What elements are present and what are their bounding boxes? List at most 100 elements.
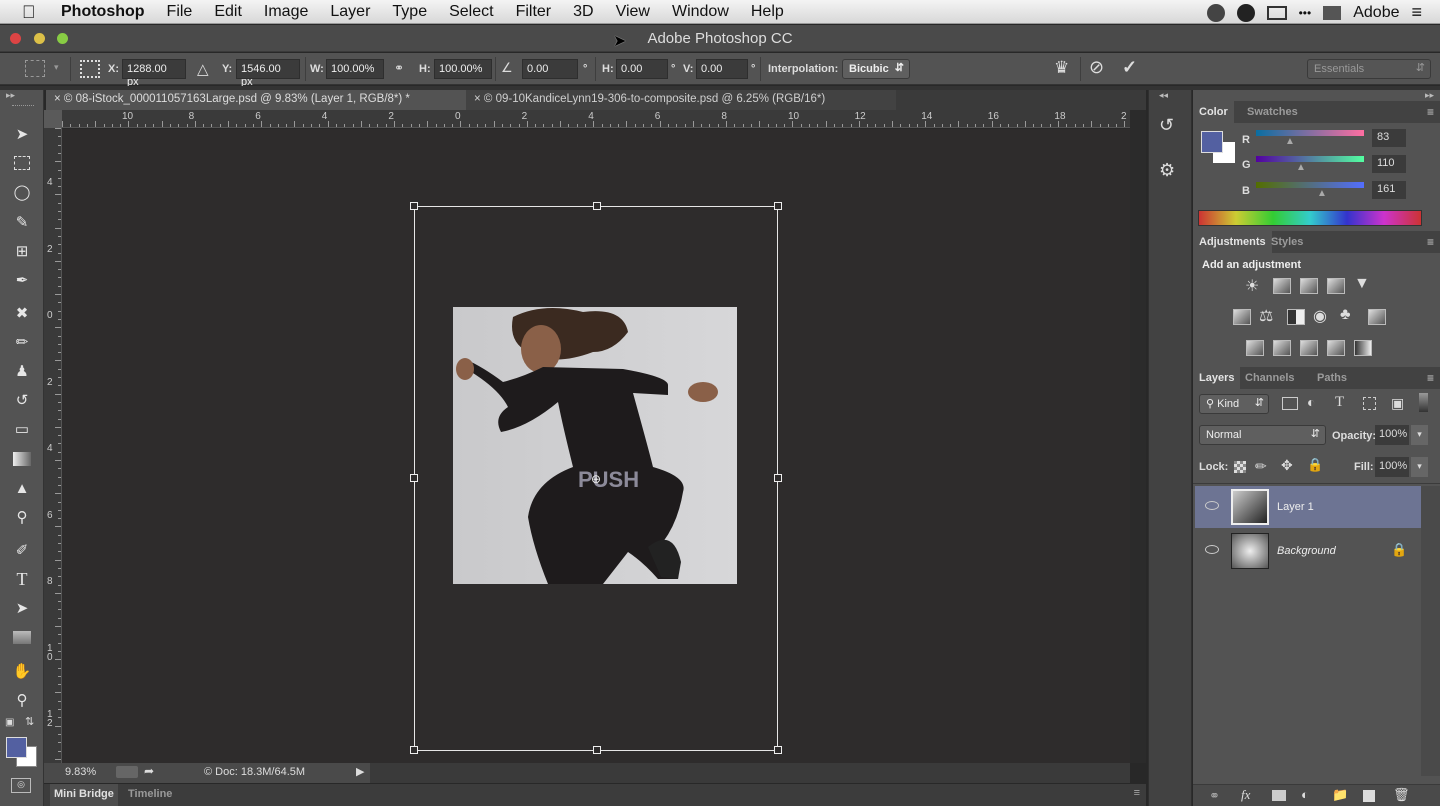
expand-icon[interactable]: ◂◂ bbox=[1159, 90, 1168, 101]
dodge-tool-icon[interactable]: ⚲ bbox=[9, 505, 35, 529]
new-group-icon[interactable]: 📁 bbox=[1332, 787, 1348, 803]
menu-layer[interactable]: Layer bbox=[330, 3, 370, 21]
lasso-tool-icon[interactable]: ◯ bbox=[9, 180, 35, 204]
visibility-eye-icon[interactable] bbox=[1205, 501, 1219, 510]
warp-icon[interactable]: ♛ bbox=[1054, 58, 1069, 78]
hand-tool-icon[interactable]: ✋ bbox=[9, 659, 35, 683]
g-value-field[interactable]: 110 bbox=[1372, 155, 1406, 173]
threshold-icon[interactable] bbox=[1300, 340, 1318, 356]
tab-document-1[interactable]: × © 08-iStock_000011057163Large.psd @ 9.… bbox=[46, 90, 466, 110]
foreground-color-swatch[interactable] bbox=[6, 737, 27, 758]
filter-type-icon[interactable]: T bbox=[1335, 394, 1344, 411]
filter-toggle[interactable] bbox=[1419, 393, 1428, 412]
r-value-field[interactable]: 83 bbox=[1372, 129, 1406, 147]
curves-icon[interactable] bbox=[1300, 278, 1318, 294]
filter-shape-icon[interactable] bbox=[1363, 397, 1376, 410]
layer-row-background[interactable]: Background 🔒 bbox=[1195, 530, 1421, 572]
healing-brush-tool-icon[interactable]: ✖ bbox=[9, 301, 35, 325]
color-balance-icon[interactable]: ⚖ bbox=[1259, 306, 1273, 326]
y-field[interactable]: 1546.00 px bbox=[236, 59, 300, 88]
color-spectrum-ramp[interactable] bbox=[1198, 210, 1422, 226]
tab-color[interactable]: Color bbox=[1193, 101, 1234, 123]
color-foreground-swatch[interactable] bbox=[1201, 131, 1223, 153]
zoom-level[interactable]: 9.83% bbox=[65, 766, 96, 778]
commit-transform-icon[interactable]: ✓ bbox=[1122, 57, 1137, 78]
delete-layer-icon[interactable]: 🗑 bbox=[1393, 787, 1410, 803]
transform-handle[interactable] bbox=[774, 474, 782, 482]
lock-transparent-icon[interactable] bbox=[1234, 461, 1246, 473]
tab-channels[interactable]: Channels bbox=[1239, 367, 1301, 389]
horizontal-scrollbar[interactable] bbox=[370, 763, 1130, 783]
interpolation-select[interactable]: Bicubic ⇵ bbox=[842, 59, 910, 79]
b-slider-thumb[interactable]: ▲ bbox=[1317, 188, 1327, 199]
share-icon[interactable]: ➦ bbox=[144, 764, 154, 778]
channel-mixer-icon[interactable]: ♣ bbox=[1340, 306, 1351, 324]
panel-menu-icon[interactable]: ≡ bbox=[1427, 371, 1434, 385]
opacity-field[interactable]: 100% bbox=[1375, 425, 1409, 445]
g-slider[interactable] bbox=[1256, 156, 1364, 162]
history-brush-tool-icon[interactable]: ↺ bbox=[9, 388, 35, 412]
transform-handle[interactable] bbox=[410, 746, 418, 754]
brush-tool-icon[interactable]: ✏ bbox=[9, 330, 35, 354]
fill-dropdown[interactable]: ▾ bbox=[1411, 457, 1428, 477]
filter-pixel-icon[interactable] bbox=[1282, 397, 1298, 410]
move-tool-icon[interactable]: ➤ bbox=[9, 122, 35, 146]
layer-row-layer-1[interactable]: Layer 1 bbox=[1195, 486, 1421, 528]
display-icon[interactable] bbox=[1323, 5, 1342, 20]
transform-handle[interactable] bbox=[410, 474, 418, 482]
menu-3d[interactable]: 3D bbox=[573, 3, 593, 21]
layers-scrollbar[interactable] bbox=[1421, 486, 1440, 776]
drag-handle[interactable] bbox=[12, 105, 34, 107]
panel-menu-icon[interactable]: ≡ bbox=[1134, 787, 1140, 799]
marquee-tool-icon[interactable] bbox=[9, 151, 35, 175]
menu-file[interactable]: File bbox=[167, 3, 193, 21]
reference-point-icon[interactable] bbox=[80, 60, 100, 78]
reference-point-crosshair-icon[interactable]: ⊕ bbox=[591, 472, 601, 486]
link-icon[interactable]: ⚭ bbox=[394, 61, 404, 75]
pen-tool-icon[interactable]: ✐ bbox=[9, 538, 35, 562]
apple-icon[interactable]:  bbox=[22, 2, 44, 22]
transform-handle[interactable] bbox=[774, 746, 782, 754]
more-icon[interactable]: ••• bbox=[1299, 6, 1312, 20]
panel-menu-icon[interactable]: ≡ bbox=[1427, 235, 1434, 249]
cancel-transform-icon[interactable]: ⊘ bbox=[1089, 57, 1104, 78]
tab-swatches[interactable]: Swatches bbox=[1241, 101, 1304, 123]
g-slider-thumb[interactable]: ▲ bbox=[1296, 162, 1306, 173]
transform-handle[interactable] bbox=[774, 202, 782, 210]
transform-tool-icon[interactable] bbox=[25, 60, 45, 77]
menu-select[interactable]: Select bbox=[449, 3, 493, 21]
layer-name[interactable]: Layer 1 bbox=[1277, 501, 1314, 513]
visibility-eye-icon[interactable] bbox=[1205, 545, 1219, 554]
zoom-tool-icon[interactable]: ⚲ bbox=[9, 688, 35, 712]
lock-all-icon[interactable]: 🔒 bbox=[1307, 457, 1323, 473]
list-icon[interactable]: ≡ bbox=[1411, 2, 1422, 23]
path-selection-tool-icon[interactable]: ➤ bbox=[9, 596, 35, 620]
invert-icon[interactable] bbox=[1246, 340, 1264, 356]
photo-filter-icon[interactable]: ◉ bbox=[1313, 306, 1327, 326]
menu-app[interactable]: Photoshop bbox=[61, 3, 145, 21]
menu-edit[interactable]: Edit bbox=[214, 3, 242, 21]
default-colors-icon[interactable]: ▣ bbox=[5, 717, 14, 728]
collapse-dock-icon[interactable]: ▸▸ bbox=[1425, 90, 1434, 101]
r-slider-thumb[interactable]: ▲ bbox=[1285, 136, 1295, 147]
transform-handle[interactable] bbox=[593, 202, 601, 210]
gradient-tool-icon[interactable] bbox=[9, 447, 35, 471]
exposure-icon[interactable] bbox=[1327, 278, 1345, 294]
opacity-dropdown[interactable]: ▾ bbox=[1411, 425, 1428, 445]
menu-filter[interactable]: Filter bbox=[516, 3, 552, 21]
brightness-contrast-icon[interactable]: ☀ bbox=[1245, 276, 1259, 296]
panel-menu-icon[interactable]: ≡ bbox=[1427, 105, 1434, 119]
adobe-menu[interactable]: Adobe bbox=[1353, 4, 1399, 22]
eyedropper-tool-icon[interactable]: ✒ bbox=[9, 268, 35, 292]
layer-name[interactable]: Background bbox=[1277, 545, 1336, 557]
lock-pixels-icon[interactable]: ✏ bbox=[1255, 458, 1267, 475]
type-tool-icon[interactable]: T bbox=[9, 567, 35, 591]
clone-stamp-tool-icon[interactable]: ♟ bbox=[9, 359, 35, 383]
layer-mask-icon[interactable] bbox=[1272, 790, 1286, 801]
tab-styles[interactable]: Styles bbox=[1265, 231, 1309, 253]
fill-field[interactable]: 100% bbox=[1375, 457, 1409, 477]
selective-color-icon[interactable] bbox=[1354, 340, 1372, 356]
width-field[interactable]: 100.00% bbox=[326, 59, 384, 79]
blur-tool-icon[interactable]: ▲ bbox=[9, 476, 35, 500]
3d-panel-icon[interactable]: ⚙ bbox=[1159, 160, 1175, 181]
